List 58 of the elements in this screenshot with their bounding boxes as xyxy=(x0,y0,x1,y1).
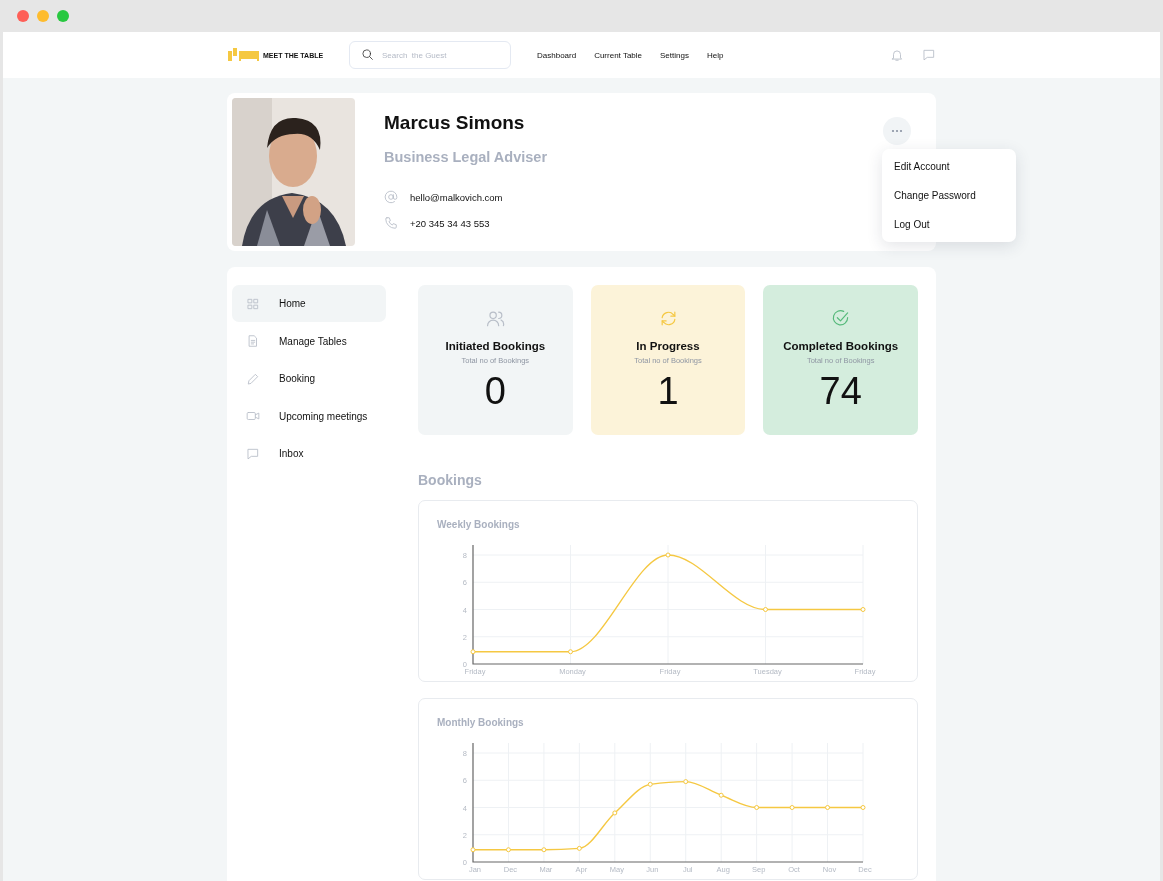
data-point xyxy=(470,649,476,655)
bell-icon[interactable] xyxy=(890,48,904,62)
search-field[interactable]: Search the Guest xyxy=(349,41,511,69)
more-icon xyxy=(891,129,903,133)
data-point xyxy=(789,805,795,810)
chat-icon[interactable] xyxy=(922,48,936,62)
data-point xyxy=(860,607,866,612)
nav-link[interactable]: Help xyxy=(706,50,724,60)
logo-icon xyxy=(228,48,259,62)
stat-title: Initiated Bookings xyxy=(445,340,546,352)
data-point xyxy=(763,607,768,612)
data-point xyxy=(825,805,831,810)
data-point xyxy=(612,810,618,816)
data-point xyxy=(505,847,511,853)
nav-link[interactable]: Dashboard xyxy=(537,50,577,60)
data-point xyxy=(860,805,866,810)
data-point xyxy=(665,552,671,558)
data-point xyxy=(683,779,689,785)
chart-title: Monthly Bookings xyxy=(437,717,524,728)
users-icon xyxy=(485,309,505,328)
check-circle-icon xyxy=(831,309,851,328)
data-point xyxy=(754,805,760,810)
sidebar-item[interactable]: Upcoming meetings xyxy=(232,397,386,435)
menu-item[interactable]: Edit Account xyxy=(882,152,1016,181)
stat-value: 0 xyxy=(484,369,506,413)
data-point xyxy=(568,649,573,655)
stat-title: In Progress xyxy=(636,340,700,352)
chart-title: Weekly Bookings xyxy=(437,519,520,530)
chat-icon xyxy=(246,446,260,461)
sidebar-item[interactable]: Inbox xyxy=(232,435,386,472)
stat-title: Completed Bookings xyxy=(783,340,899,352)
section-heading: Bookings xyxy=(418,472,483,488)
pencil-icon xyxy=(246,371,260,386)
data-point xyxy=(647,781,653,787)
video-camera-icon xyxy=(246,409,260,423)
sidebar-item[interactable]: Home xyxy=(232,285,386,322)
stat-value: 74 xyxy=(819,369,862,413)
data-point xyxy=(576,845,582,851)
phone-text: +20 345 34 43 553 xyxy=(410,217,490,229)
profile-name: Marcus Simons xyxy=(384,112,526,134)
data-point xyxy=(470,847,476,853)
profile-role: Business Legal Adviser xyxy=(384,149,548,165)
stat-value: 1 xyxy=(657,369,679,413)
menu-item[interactable]: Change Password xyxy=(882,181,1016,210)
search-icon xyxy=(361,48,374,61)
phone-icon xyxy=(384,216,398,230)
data-point xyxy=(541,847,547,853)
document-icon xyxy=(246,334,260,348)
menu-item[interactable]: Log Out xyxy=(882,210,1016,239)
nav-link[interactable]: Settings xyxy=(660,50,689,60)
at-icon xyxy=(384,190,398,204)
data-point xyxy=(718,792,724,798)
sidebar-item[interactable]: Manage Tables xyxy=(232,322,386,360)
sidebar-item[interactable]: Booking xyxy=(232,360,386,397)
grid-icon xyxy=(246,296,260,311)
email-text: hello@malkovich.com xyxy=(410,191,503,203)
nav-link[interactable]: Current Table xyxy=(594,50,643,60)
more-button[interactable] xyxy=(883,117,911,145)
